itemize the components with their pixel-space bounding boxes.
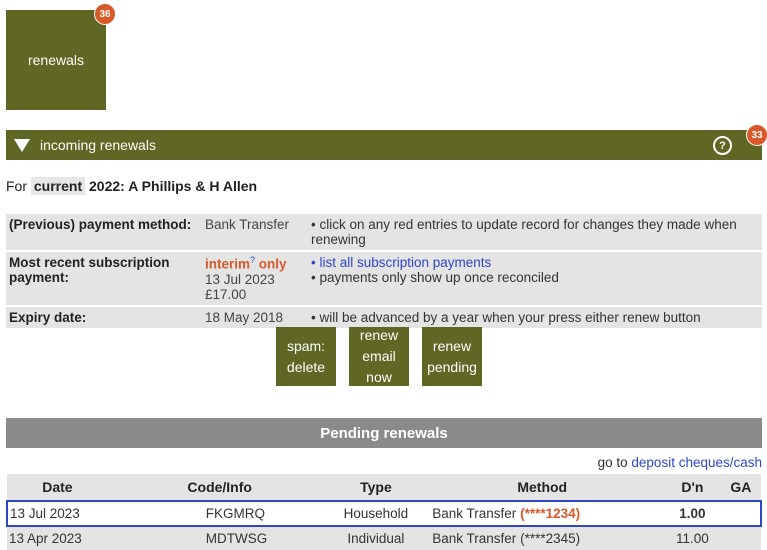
collapse-triangle-icon[interactable] (14, 138, 30, 152)
interim-label: interim (205, 256, 251, 272)
spam-delete-line2: delete (286, 358, 326, 375)
col-type[interactable]: Type (331, 474, 421, 501)
reconciled-note: • payments only show up once reconciled (311, 270, 559, 285)
incoming-renewals-bar[interactable]: incoming renewals ? 33 (6, 124, 767, 160)
help-icon[interactable]: ? (713, 136, 732, 155)
renew-pending-line2: pending (427, 358, 477, 375)
recent-payment-notes: • list all subscription payments • payme… (308, 251, 762, 307)
row-type: Individual (331, 526, 421, 550)
row-ga (720, 500, 763, 527)
table-row[interactable]: 13 Jul 2023 FKGMRQ Household Bank Transf… (6, 500, 763, 527)
for-prefix: For (6, 178, 27, 194)
table-header-row: Date Code/Info Type Method D'n GA (7, 474, 761, 501)
row-method-ref: (****2345) (520, 531, 581, 546)
current-tag: current (30, 177, 86, 195)
pending-renewals-header: Pending renewals (6, 418, 762, 448)
col-ga[interactable]: GA (720, 474, 761, 501)
recent-payment-date: 13 Jul 2023 £17.00 (205, 271, 275, 302)
payment-method-row: (Previous) payment method: Bank Transfer… (6, 214, 762, 252)
expiry-value: 18 May 2018 (202, 305, 308, 330)
recent-payment-value: interim? only 13 Jul 2023 £17.00 (202, 251, 308, 307)
renewals-tile-label: renewals (27, 52, 85, 68)
row-ga (720, 526, 761, 550)
recent-payment-heading: Most recent subscription payment: (6, 251, 202, 307)
interim-help-icon[interactable]: ? (250, 255, 255, 265)
incoming-renewals-label: incoming renewals (40, 137, 156, 153)
col-code-info[interactable]: Code/Info (107, 474, 332, 501)
member-heading: For current 2022: A Phillips & H Allen (6, 177, 258, 195)
row-code: MDTWSG (107, 526, 332, 550)
table-row[interactable]: 13 Apr 2023 MDTWSG Individual Bank Trans… (7, 526, 761, 550)
col-dn[interactable]: D'n (664, 474, 721, 501)
recent-payment-row: Most recent subscription payment: interi… (6, 251, 762, 307)
spam-delete-line1: spam: (286, 337, 326, 354)
goto-prefix: go to (597, 455, 628, 470)
row-method-ref[interactable]: (****1234) (520, 506, 580, 521)
renew-pending-line1: renew (432, 337, 472, 354)
expiry-heading: Expiry date: (6, 305, 202, 330)
renew-email-line1: renew (359, 327, 399, 343)
incoming-count-badge: 33 (746, 124, 767, 146)
row-method: Bank Transfer (****1234) (420, 500, 665, 527)
renew-pending-button[interactable]: renew pending (422, 327, 482, 386)
renew-email-line2: email now (362, 348, 396, 385)
payment-method-note: • click on any red entries to update rec… (308, 214, 762, 252)
row-method: Bank Transfer (****2345) (420, 526, 665, 550)
pending-renewals-table: Date Code/Info Type Method D'n GA 13 Jul… (6, 474, 763, 550)
renewals-tile[interactable]: renewals 36 (6, 3, 116, 110)
renewals-count-badge: 36 (94, 3, 116, 25)
renew-email-now-button[interactable]: renew email now (349, 327, 409, 386)
deposit-cheques-link[interactable]: deposit cheques/cash (631, 455, 762, 470)
payment-method-value: Bank Transfer (202, 214, 308, 252)
member-title: 2022: A Phillips & H Allen (89, 178, 258, 194)
row-dn: 11.00 (664, 526, 721, 550)
row-type: Household (331, 500, 421, 527)
row-date: 13 Jul 2023 (6, 500, 108, 527)
col-date[interactable]: Date (7, 474, 108, 501)
interim-only-label: only (258, 256, 287, 272)
row-date: 13 Apr 2023 (7, 526, 108, 550)
goto-line: go to deposit cheques/cash (598, 455, 762, 470)
payment-method-heading: (Previous) payment method: (6, 214, 202, 252)
row-method-name: Bank Transfer (432, 531, 517, 546)
row-code: FKGMRQ (107, 500, 332, 527)
col-method[interactable]: Method (420, 474, 665, 501)
payment-info-table: (Previous) payment method: Bank Transfer… (6, 214, 762, 330)
list-subscription-payments-link[interactable]: • list all subscription payments (311, 255, 491, 270)
spam-delete-button[interactable]: spam: delete (276, 327, 336, 386)
row-dn[interactable]: 1.00 (664, 500, 721, 527)
row-method-name: Bank Transfer (432, 506, 517, 521)
